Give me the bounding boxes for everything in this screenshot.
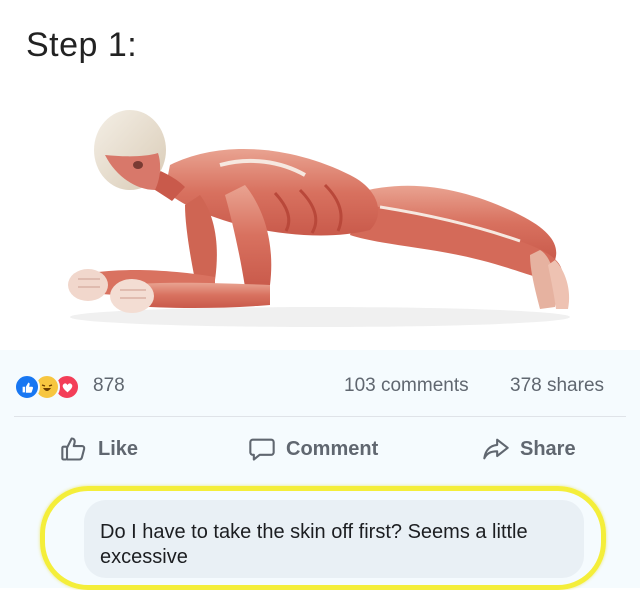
like-reaction-icon bbox=[14, 374, 40, 400]
muscle-figure-illustration bbox=[68, 110, 570, 327]
comment-bubble-icon bbox=[248, 435, 276, 463]
comments-count[interactable]: 103 comments bbox=[344, 375, 469, 397]
comment-label: Comment bbox=[286, 437, 379, 460]
comment-button[interactable]: Comment bbox=[248, 431, 378, 467]
like-button[interactable]: Like bbox=[60, 431, 138, 467]
reaction-count[interactable]: 878 bbox=[93, 375, 125, 397]
comment-text: Do I have to take the skin off first? Se… bbox=[100, 521, 528, 568]
reactions-summary-row: 878 103 comments 378 shares bbox=[0, 360, 640, 410]
shares-count[interactable]: 378 shares bbox=[510, 375, 604, 397]
meme-image-panel: Step 1: bbox=[0, 0, 640, 350]
facebook-post-footer: 878 103 comments 378 shares Like Comment bbox=[0, 350, 640, 590]
share-label: Share bbox=[520, 437, 576, 460]
like-label: Like bbox=[98, 437, 139, 460]
anatomy-plank-figure bbox=[50, 95, 590, 335]
step-title: Step 1: bbox=[26, 26, 138, 64]
divider bbox=[14, 416, 626, 417]
share-button[interactable]: Share bbox=[482, 431, 576, 467]
post-actions-bar: Like Comment Share bbox=[0, 425, 640, 475]
thumbs-up-icon bbox=[60, 435, 88, 463]
share-arrow-icon bbox=[482, 435, 510, 463]
